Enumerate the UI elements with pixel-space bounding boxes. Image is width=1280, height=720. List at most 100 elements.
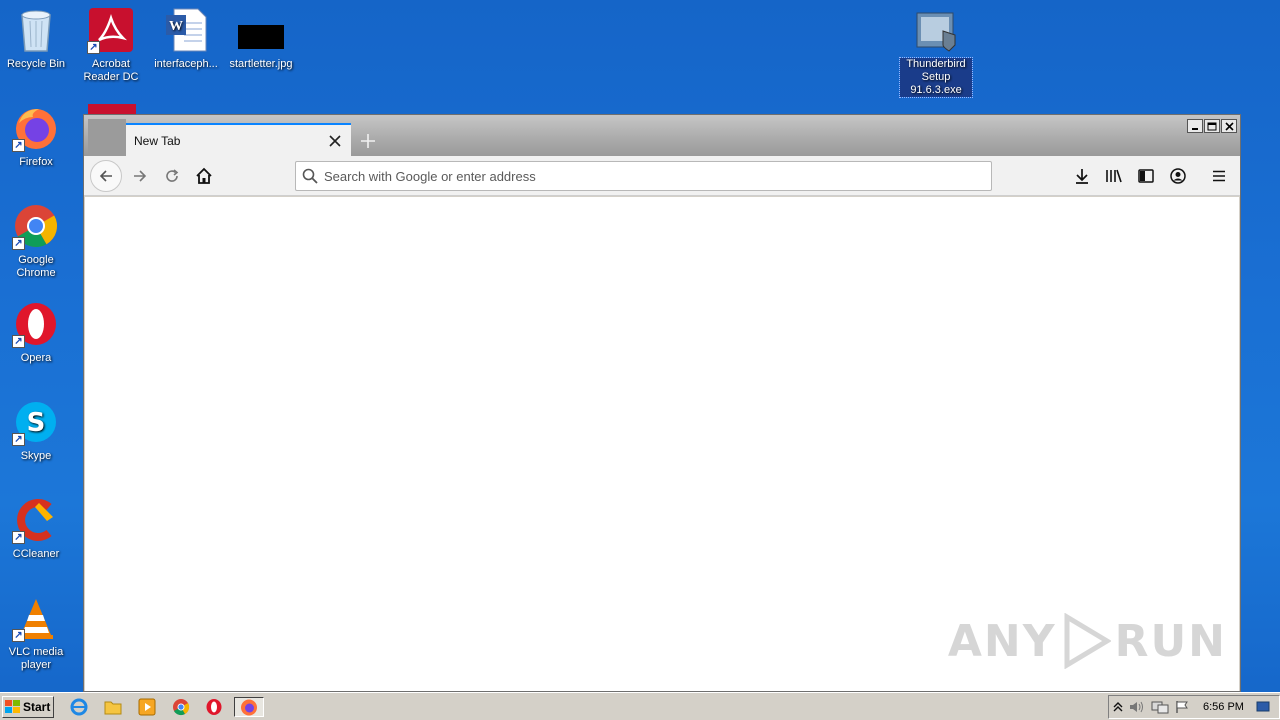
svg-text:S: S [27,408,46,438]
start-button[interactable]: Start [2,696,54,718]
library-button[interactable] [1098,160,1130,192]
tab-title: New Tab [134,133,181,148]
shortcut-arrow-icon: ↗ [12,335,25,348]
navigation-toolbar [84,156,1240,196]
svg-text:W: W [169,19,183,34]
volume-icon[interactable] [1129,700,1145,714]
shortcut-arrow-icon: ↗ [12,237,25,250]
word-document-icon: W [162,6,210,54]
firefox-icon [241,699,257,716]
shortcut-arrow-icon: ↗ [12,629,25,642]
clock[interactable]: 6:56 PM [1203,701,1244,713]
media-player-icon [138,698,156,716]
desktop-icon-label: Opera [20,352,52,364]
shortcut-arrow-icon: ↗ [12,139,25,152]
desktop-icon-google-chrome[interactable]: ↗ Google Chrome [0,202,72,280]
folder-icon [104,701,122,715]
show-desktop-icon[interactable] [1256,700,1270,714]
firefox-icon: ↗ [12,104,60,152]
show-hidden-icons-icon[interactable] [1113,701,1123,713]
url-input[interactable] [318,162,991,190]
network-icon[interactable] [1151,700,1169,714]
taskbar-media-player[interactable] [136,697,158,717]
back-arrow-icon [99,170,112,182]
taskbar-chrome[interactable] [170,697,192,717]
internet-explorer-icon [70,698,88,716]
shortcut-arrow-icon: ↗ [12,531,25,544]
minimize-button[interactable] [1187,119,1203,133]
opera-icon: ↗ [12,300,60,348]
account-button[interactable] [1162,160,1194,192]
account-icon [1170,168,1186,184]
downloads-button[interactable] [1066,160,1098,192]
image-file-icon [237,6,285,54]
shortcut-arrow-icon: ↗ [87,41,100,54]
vlc-icon: ↗ [12,594,60,642]
windows-logo-icon [5,700,20,713]
chrome-icon [173,699,190,716]
desktop-icon-label: CCleaner [12,548,60,560]
desktop-icon-label: Skype [20,450,52,462]
taskbar-internet-explorer[interactable] [68,697,90,717]
maximize-icon [1207,122,1217,130]
watermark-text-right: RUN [1114,615,1227,667]
acrobat-icon: ↗ [87,6,135,54]
reload-icon [166,169,179,182]
window-controls [1187,119,1237,133]
menu-button[interactable] [1203,160,1235,192]
taskbar-firefox[interactable] [234,697,264,717]
start-label: Start [23,700,51,714]
desktop-icon-acrobat[interactable]: ↗ Acrobat Reader DC [75,6,147,84]
tab-new-tab[interactable]: New Tab [126,123,351,156]
forward-button[interactable] [124,160,156,192]
system-tray: 6:56 PM [1108,695,1280,719]
sidebar-button[interactable] [1130,160,1162,192]
opera-icon [206,699,222,715]
shortcut-arrow-icon: ↗ [12,433,25,446]
desktop-icon-word-doc[interactable]: W interfaceph... [150,6,222,71]
tab-strip-spacer [88,119,126,156]
desktop-icon-skype[interactable]: S ↗ Skype [0,398,72,463]
close-window-button[interactable] [1221,119,1237,133]
desktop-icon-ccleaner[interactable]: ↗ CCleaner [0,496,72,561]
minimize-icon [1192,128,1198,130]
play-logo-icon [1064,613,1111,669]
taskbar-file-explorer[interactable] [102,697,124,717]
back-button[interactable] [90,160,122,192]
address-bar[interactable] [295,161,992,191]
desktop-icon-label: Acrobat Reader DC [83,58,139,83]
desktop-icon-label: interfaceph... [154,58,218,70]
tab-strip: New Tab [84,115,1240,156]
action-center-flag-icon[interactable] [1175,700,1189,714]
desktop-icon-vlc[interactable]: ↗ VLC media player [0,594,72,672]
maximize-button[interactable] [1204,119,1220,133]
desktop-icon-firefox[interactable]: ↗ Firefox [0,104,72,169]
desktop-icon-thunderbird-setup[interactable]: Thunderbird Setup 91.6.3.exe [899,6,973,98]
home-icon [196,167,212,184]
close-tab-button[interactable] [323,129,347,153]
library-icon [1106,169,1122,183]
anyrun-watermark: ANY RUN [948,613,1227,669]
new-tab-button[interactable] [354,127,382,155]
desktop-icon-opera[interactable]: ↗ Opera [0,300,72,365]
reload-button[interactable] [156,160,188,192]
home-button[interactable] [188,160,220,192]
watermark-text-left: ANY [947,615,1057,667]
desktop-icon-label: Firefox [19,156,53,168]
forward-arrow-icon [134,170,147,182]
taskbar-opera[interactable] [203,697,225,717]
desktop-icon-label: startletter.jpg [229,58,293,70]
desktop-icon-label: VLC media player [8,646,64,671]
firefox-window: New Tab Search with Google or enter addr… [83,114,1241,692]
desktop-icon-startletter[interactable]: startletter.jpg [225,6,297,71]
ccleaner-icon: ↗ [12,496,60,544]
desktop-icon-recycle-bin[interactable]: Recycle Bin [0,6,72,71]
close-icon [329,134,341,147]
download-icon [1076,169,1088,184]
desktop-icon-label: Recycle Bin [6,58,66,70]
chrome-icon: ↗ [12,202,60,250]
plus-icon [361,134,375,148]
page-content[interactable]: ANY RUN [85,197,1239,691]
close-icon [1224,121,1234,131]
search-icon [302,168,318,184]
